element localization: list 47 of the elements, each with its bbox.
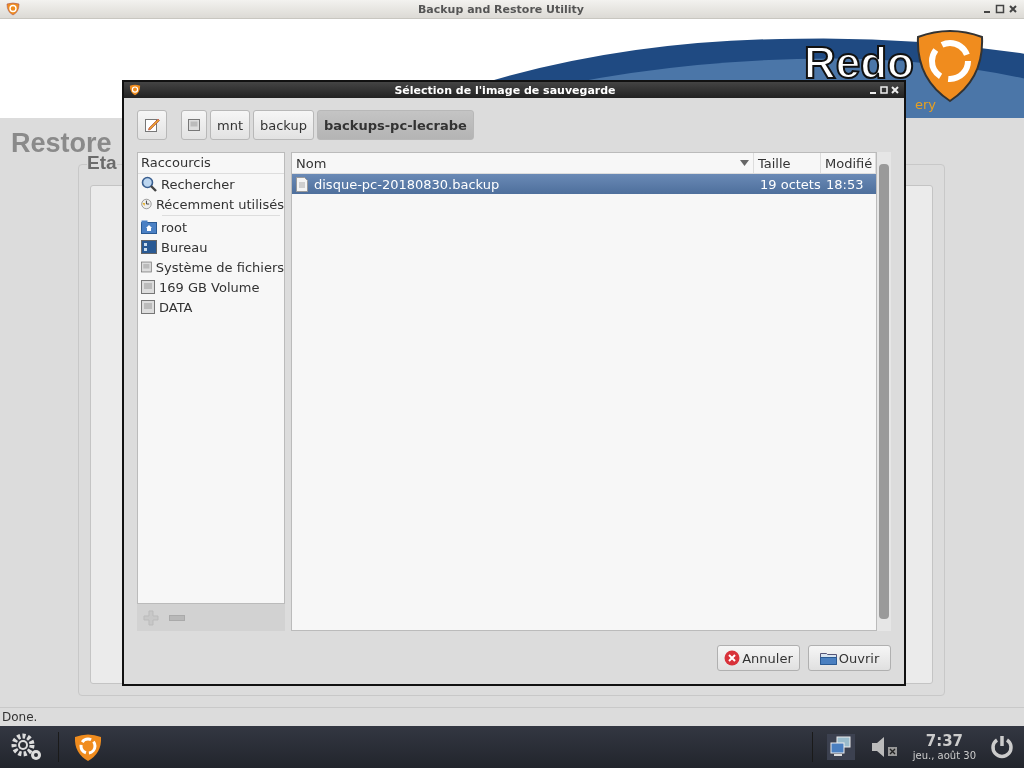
path-button[interactable]: backups-pc-lecrabe [317,110,474,140]
tagline-text: ery [914,97,936,112]
cancel-button[interactable]: Annuler [717,645,800,671]
search-icon [141,176,157,192]
place-item[interactable]: 169 GB Volume [138,277,284,297]
folder-icon [819,651,837,665]
column-header[interactable]: Modifié [821,153,876,173]
drive-icon [141,260,152,274]
place-item[interactable]: Rechercher [138,174,284,194]
clock-time: 7:37 [925,733,964,750]
drive-path-button[interactable] [181,110,207,140]
dialog-title: Sélection de l'image de sauvegarde [393,83,617,97]
place-item[interactable]: DATA [138,297,284,317]
clock-date: jeu., août 30 [912,750,976,761]
gears-icon[interactable] [10,732,44,762]
logo-text: Redo [804,41,914,85]
app-logo-icon [129,84,141,96]
pencil-note-icon [144,117,160,133]
file-icon [296,176,308,192]
file-name: disque-pc-20180830.backup [314,176,500,192]
power-icon[interactable] [990,735,1014,759]
place-item[interactable]: root [138,217,284,237]
close-icon[interactable] [1008,4,1018,14]
drive-icon [141,280,155,294]
scrollbar[interactable] [877,152,891,631]
cancel-icon [724,650,741,666]
edit-path-button[interactable] [137,110,167,140]
open-button[interactable]: Ouvrir [808,645,891,671]
clock-icon [141,196,152,212]
maximize-icon[interactable] [995,4,1005,14]
home-folder-icon [141,220,157,234]
place-item[interactable]: Système de fichiers [138,257,284,277]
drive-icon [188,119,200,131]
path-button[interactable]: backup [253,110,314,140]
file-modified-time: 18:53 [825,176,865,192]
file-size: 19 octets [759,176,822,192]
app-logo-icon [6,2,20,16]
column-header[interactable]: Taille [754,153,821,173]
file-row[interactable]: disque-pc-20180830.backup 19 octets 18:53 [292,174,876,194]
place-item[interactable]: Bureau [138,237,284,257]
window-title: Backup and Restore Utility [416,2,586,16]
drive-icon [141,300,155,314]
network-icon[interactable] [826,734,855,760]
path-button[interactable]: mnt [210,110,250,140]
desktop-icon [141,240,157,254]
column-header[interactable]: Nom [292,153,754,173]
place-item[interactable]: Récemment utilisés [138,194,284,214]
